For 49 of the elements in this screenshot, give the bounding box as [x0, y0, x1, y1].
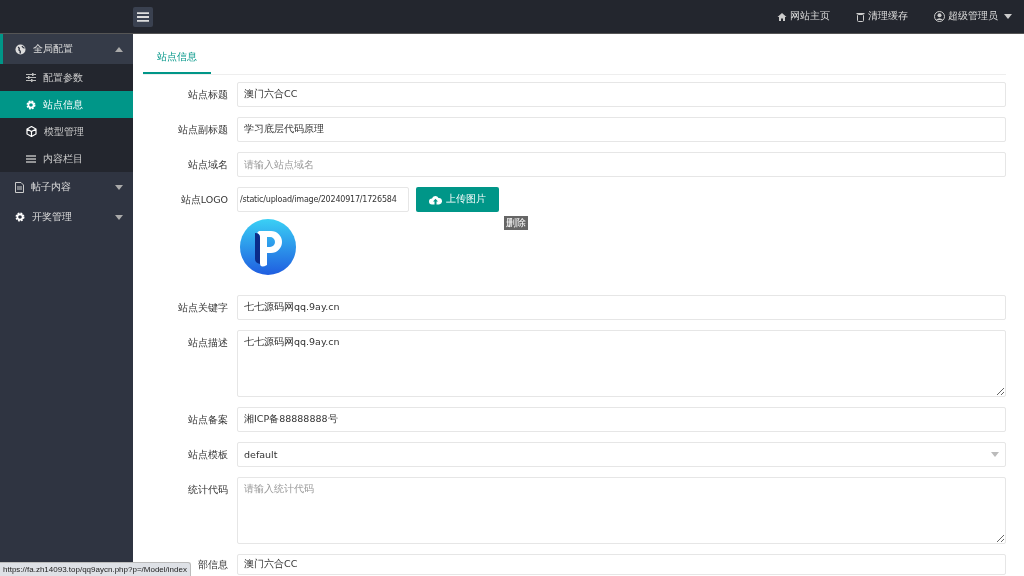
sidebar-item[interactable]: 全局配置: [0, 34, 133, 64]
text-field[interactable]: 湘ICP备88888888号: [237, 407, 1006, 432]
status-url: https://fa.zh14093.top/qq9aycn.php?p=/Model/index: [3, 565, 187, 574]
logo-icon: [240, 219, 296, 275]
sliders-icon: [26, 73, 36, 82]
text-field[interactable]: /static/upload/image/20240917/1726584: [237, 187, 409, 212]
user-menu[interactable]: 超级管理员: [934, 10, 1012, 23]
field-label: 站点标题: [188, 88, 228, 102]
field-label: 站点描述: [188, 336, 228, 350]
field-label: 站点副标题: [178, 123, 228, 137]
text-area[interactable]: 七七源码网qq.9ay.cn: [237, 330, 1006, 397]
text-field[interactable]: 七七源码网qq.9ay.cn: [237, 295, 1006, 320]
topbar-link[interactable]: 网站主页: [777, 10, 830, 23]
text-field[interactable]: 请输入站点域名: [237, 152, 1006, 177]
text-field[interactable]: 澳门六合CC: [237, 554, 1006, 575]
field-label: 部信息: [198, 558, 228, 572]
delete-button[interactable]: 删除: [504, 216, 528, 230]
caret-icon: [115, 214, 123, 220]
globe-icon: [15, 43, 26, 55]
cloud-upload-icon: [429, 194, 442, 205]
field-label: 站点备案: [188, 413, 228, 427]
text-area[interactable]: 请输入统计代码: [237, 477, 1006, 544]
list-icon: [26, 154, 36, 163]
sidebar-subitem[interactable]: 内容栏目: [0, 145, 133, 172]
caret-icon: [991, 452, 999, 457]
tab[interactable]: 站点信息: [143, 42, 211, 74]
menu-button[interactable]: [133, 6, 153, 27]
field-label: 统计代码: [188, 483, 228, 497]
select-field[interactable]: default: [237, 442, 1006, 467]
menu-icon: [137, 11, 149, 22]
text-field[interactable]: 澳门六合CC: [237, 82, 1006, 107]
field-label: 站点域名: [188, 158, 228, 172]
text-field[interactable]: 学习底层代码原理: [237, 117, 1006, 142]
field-label: 站点LOGO: [180, 193, 228, 207]
settings-icon: [15, 212, 25, 222]
sidebar-subitem[interactable]: 站点信息: [0, 91, 133, 118]
sidebar-subitem[interactable]: 配置参数: [0, 64, 133, 91]
field-label: 站点模板: [188, 448, 228, 462]
caret-icon: [115, 46, 123, 52]
field-label: 站点关键字: [178, 301, 228, 315]
caret-icon: [115, 184, 123, 190]
sidebar-subitem[interactable]: 模型管理: [0, 118, 133, 145]
upload-button[interactable]: 上传图片: [416, 187, 499, 212]
settings-icon: [26, 99, 36, 110]
sidebar-item[interactable]: 帖子内容: [0, 172, 133, 202]
sidebar-item[interactable]: 开奖管理: [0, 202, 133, 232]
cube-icon: [26, 126, 37, 137]
document-icon: [15, 181, 24, 193]
topbar-link[interactable]: 清理缓存: [856, 10, 908, 23]
